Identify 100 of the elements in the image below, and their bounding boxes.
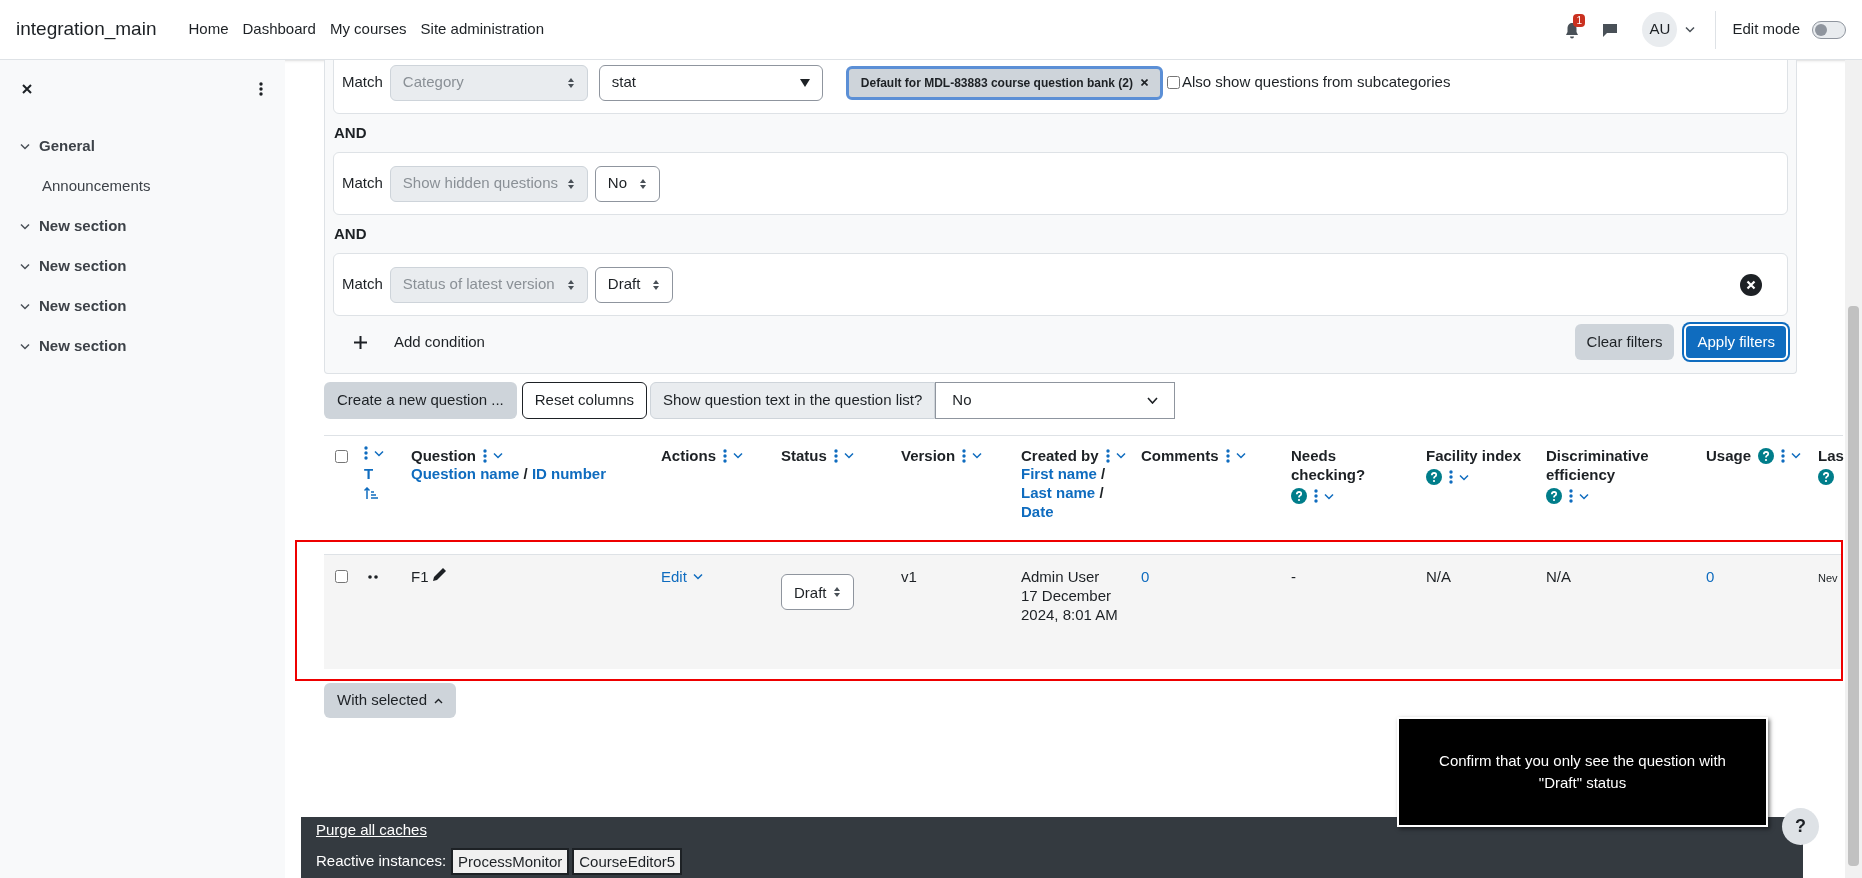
nav-link[interactable]: Dashboard (242, 18, 316, 41)
section-link[interactable]: General (39, 134, 95, 158)
sort-arrows-icon (833, 586, 841, 598)
sort-arrows-icon (566, 177, 575, 190)
filter-value-select[interactable]: Draft (594, 266, 674, 303)
chevron-down-icon[interactable] (1324, 492, 1334, 500)
separator-text: / (1099, 484, 1104, 501)
chevron-down-icon[interactable] (1579, 492, 1589, 500)
question-text-select[interactable]: No (935, 381, 1176, 419)
scrollbar-thumb[interactable] (1848, 306, 1859, 866)
edit-mode-label: Edit mode (1732, 19, 1800, 40)
sort-link[interactable]: Last name (1021, 484, 1096, 501)
usage-link[interactable]: 0 (1706, 568, 1715, 585)
chevron-down-icon[interactable] (1115, 452, 1126, 459)
plus-icon[interactable] (354, 335, 367, 349)
separator-text: / (523, 465, 528, 482)
chevron-down-icon[interactable] (692, 573, 703, 580)
row-checkbox[interactable] (335, 570, 348, 583)
sort-arrows-icon (639, 177, 648, 190)
apply-filters-button[interactable]: Apply filters (1684, 324, 1788, 360)
sort-link[interactable]: ID number (531, 465, 607, 482)
version-text: v1 (901, 568, 917, 585)
reactive-instance-button[interactable]: CourseEditor5 (572, 848, 683, 875)
chevron-down-icon[interactable] (20, 142, 30, 150)
section-link[interactable]: New section (39, 294, 127, 318)
remove-condition-icon[interactable] (1740, 273, 1762, 296)
match-label: Match (342, 173, 383, 194)
chevron-down-icon[interactable] (1459, 473, 1469, 481)
create-question-button[interactable]: Create a new question ... (324, 381, 517, 419)
match-label: Match (342, 274, 383, 295)
section-link[interactable]: New section (39, 214, 127, 238)
sort-ascending-icon[interactable] (364, 487, 378, 500)
user-avatar[interactable]: AU (1642, 12, 1678, 47)
column-header: Needs checking? (1291, 446, 1367, 484)
chevron-down-icon[interactable] (20, 262, 30, 270)
chevron-down-icon[interactable] (20, 302, 30, 310)
reactive-instance-button[interactable]: ProcessMonitor (451, 848, 570, 875)
column-header: Actions (661, 446, 716, 465)
chevron-down-icon[interactable] (733, 452, 743, 459)
created-date: 17 December 2024, 8:01 AM (1021, 586, 1119, 624)
table-row[interactable]: F1 Edit Draft v1 Admin User 17 December 2024, 8:01 AM 0 - N/A N/A 0 Nev (324, 554, 1841, 669)
site-name[interactable]: integration_main (16, 15, 157, 44)
column-header: Las (1818, 446, 1844, 465)
condition-joiner: AND (333, 223, 368, 244)
subcategories-checkbox[interactable] (1166, 76, 1180, 89)
category-value-select[interactable]: stat (598, 64, 823, 101)
sort-arrows-icon (566, 278, 575, 291)
chevron-down-icon[interactable] (374, 449, 384, 457)
facility-index-text: N/A (1426, 568, 1451, 585)
column-header: Status (781, 446, 827, 465)
section-link[interactable]: New section (39, 334, 127, 358)
activity-link[interactable]: Announcements (42, 174, 151, 198)
reset-columns-button[interactable]: Reset columns (521, 381, 647, 419)
edit-mode-toggle[interactable] (1812, 20, 1846, 39)
sort-link[interactable]: Question name (411, 465, 520, 482)
remove-icon[interactable] (1140, 79, 1148, 86)
reactive-label: Reactive instances: (316, 851, 447, 872)
column-sort-link[interactable]: T (364, 464, 397, 483)
status-select[interactable]: Draft (781, 574, 854, 610)
chevron-down-icon[interactable] (20, 342, 30, 350)
chevron-down-icon[interactable] (20, 222, 30, 230)
kebab-menu-icon[interactable] (259, 82, 263, 96)
nav-link[interactable]: My courses (329, 18, 407, 41)
chevron-down-icon[interactable] (493, 452, 503, 459)
help-icon[interactable] (1758, 447, 1775, 464)
chevron-down-icon[interactable] (1685, 26, 1696, 33)
select-all-checkbox[interactable] (335, 450, 348, 463)
section-link[interactable]: New section (39, 254, 127, 278)
chevron-down-icon (1147, 396, 1159, 404)
category-chip[interactable]: Default for MDL-83883 course question bank (2) (845, 65, 1163, 100)
add-condition-link[interactable]: Add condition (394, 330, 485, 354)
chat-icon[interactable] (1602, 21, 1619, 38)
separator-text: / (1101, 465, 1106, 482)
needs-checking-text: - (1291, 568, 1296, 585)
column-header: Usage (1706, 446, 1752, 465)
table-cell: Nev (1818, 572, 1838, 584)
comments-link[interactable]: 0 (1141, 568, 1150, 585)
nav-link[interactable]: Home (188, 18, 229, 41)
sort-link[interactable]: First name (1021, 465, 1097, 482)
edit-menu-link[interactable]: Edit (661, 567, 687, 586)
sort-arrows-icon (652, 278, 661, 291)
close-icon[interactable] (22, 84, 32, 94)
help-button[interactable]: ? (1782, 808, 1819, 845)
help-icon[interactable] (1291, 488, 1307, 504)
chevron-up-icon (434, 697, 444, 704)
sort-link[interactable]: Date (1021, 503, 1054, 520)
with-selected-button[interactable]: With selected (324, 683, 457, 718)
chevron-down-icon[interactable] (972, 452, 983, 459)
chevron-down-icon[interactable] (1235, 452, 1246, 459)
sort-arrows-icon (566, 76, 575, 89)
tooltip: Confirm that you only see the question with "Draft" status (1397, 717, 1768, 827)
pencil-icon[interactable] (431, 567, 447, 582)
help-icon[interactable] (1546, 488, 1562, 504)
chevron-down-icon[interactable] (1791, 452, 1802, 459)
help-icon[interactable] (1818, 469, 1834, 485)
nav-link[interactable]: Site administration (420, 18, 544, 41)
help-icon[interactable] (1426, 469, 1442, 485)
chevron-down-icon[interactable] (843, 452, 854, 459)
clear-filters-button[interactable]: Clear filters (1574, 324, 1675, 360)
filter-value-select[interactable]: No (594, 165, 661, 202)
